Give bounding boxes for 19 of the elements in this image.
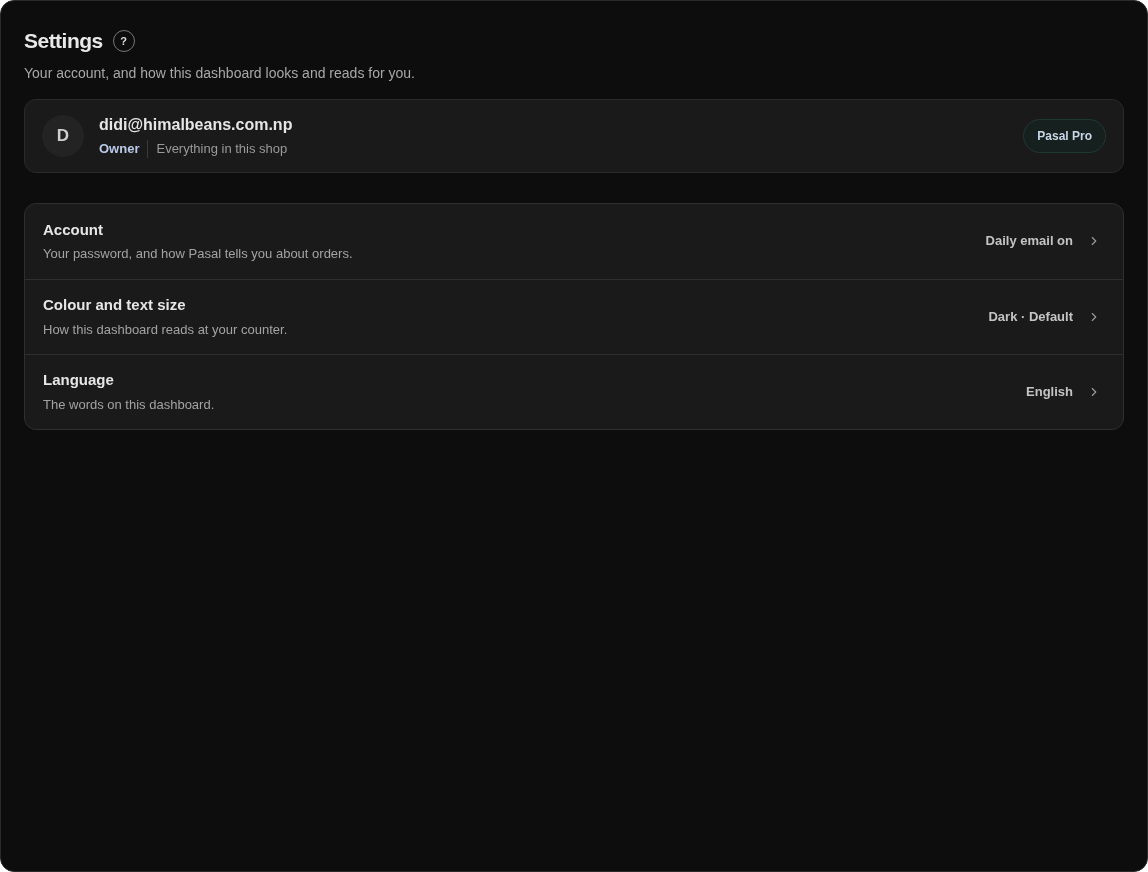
page-title: Settings [24, 28, 103, 54]
setting-title: Colour and text size [43, 295, 187, 315]
setting-description: How this dashboard reads at your counter. [43, 320, 288, 339]
settings-row[interactable]: Colour and text size How this dashboard reads at your counter. Dark · Default [25, 278, 1123, 354]
setting-value: English [1026, 382, 1073, 401]
settings-row[interactable]: Language The words on this dashboard. English [25, 353, 1123, 429]
page-subtitle: Your account, and how this dashboard looks and reads for you. [24, 63, 416, 83]
avatar: D [42, 114, 84, 157]
setting-description: Your password, and how Pasal tells you about orders. [43, 245, 353, 263]
role-label: Owner [99, 139, 140, 158]
role-scope: Everything in this shop [156, 139, 288, 158]
account-email: didi@himalbeans.com.np [99, 114, 293, 135]
plan-badge: Pasal Pro [1023, 118, 1106, 153]
setting-description: The words on this dashboard. [43, 395, 215, 414]
setting-value: Daily email on [985, 232, 1073, 251]
setting-value: Dark · Default [988, 307, 1073, 326]
settings-row[interactable]: Account Your password, and how Pasal tells you about orders. Daily email on [25, 203, 1123, 279]
setting-title: Language [43, 370, 115, 390]
setting-title: Account [43, 219, 104, 240]
